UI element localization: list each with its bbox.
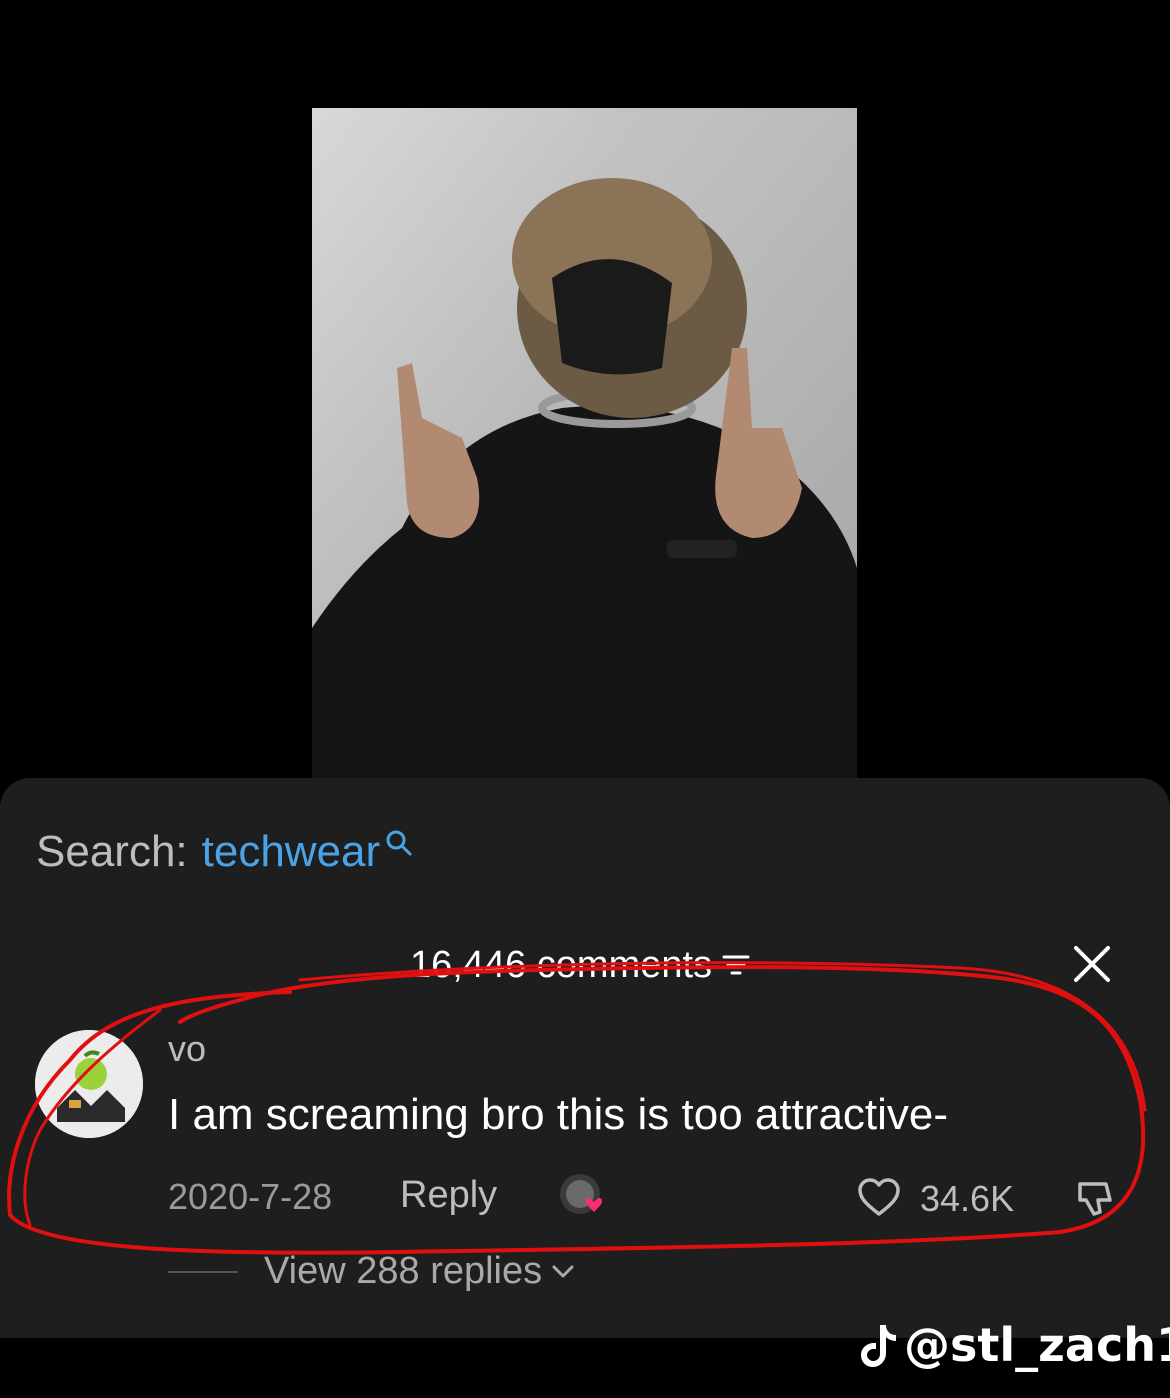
replies-divider bbox=[168, 1270, 238, 1273]
close-icon[interactable] bbox=[1072, 944, 1112, 984]
comment-username[interactable]: vo bbox=[168, 1028, 206, 1070]
comment-date: 2020-7-28 bbox=[168, 1176, 333, 1217]
comments-header: 16,446 comments bbox=[410, 940, 752, 990]
avatar-image bbox=[35, 1030, 143, 1138]
video-image bbox=[312, 108, 857, 780]
search-term-link[interactable]: techwear bbox=[202, 824, 381, 880]
chevron-down-icon bbox=[552, 1265, 574, 1277]
comment-text: I am screaming bro this is too attractiv… bbox=[168, 1090, 949, 1139]
dislike-icon[interactable] bbox=[1072, 1176, 1116, 1220]
video-thumbnail[interactable] bbox=[312, 108, 857, 780]
comments-sheet: Search: techwear 16,446 comments vo I am… bbox=[0, 778, 1170, 1338]
heart-icon[interactable] bbox=[856, 1176, 902, 1218]
search-label: Search: bbox=[36, 827, 188, 876]
search-icon[interactable] bbox=[384, 828, 414, 858]
search-suggestion[interactable]: Search: techwear bbox=[36, 824, 414, 880]
tiktok-watermark: @stl_zach1 bbox=[858, 1318, 1170, 1372]
view-replies-label: View 288 replies bbox=[264, 1250, 543, 1292]
reply-button[interactable]: Reply bbox=[400, 1174, 497, 1217]
comment-count: 16,446 comments bbox=[410, 944, 713, 986]
comment-item: vo I am screaming bro this is too attrac… bbox=[0, 1018, 1170, 1258]
sort-filter-icon[interactable] bbox=[720, 951, 752, 979]
watermark-handle: @stl_zach1 bbox=[904, 1318, 1170, 1372]
tiktok-logo-icon bbox=[861, 1325, 896, 1367]
like-count: 34.6K bbox=[920, 1178, 1015, 1219]
creator-liked-icon bbox=[560, 1174, 602, 1214]
avatar[interactable] bbox=[35, 1030, 143, 1138]
comment-meta: 2020-7-28 Reply 34.6K bbox=[168, 1172, 1128, 1224]
view-replies-button[interactable]: View 288 replies bbox=[168, 1250, 576, 1293]
